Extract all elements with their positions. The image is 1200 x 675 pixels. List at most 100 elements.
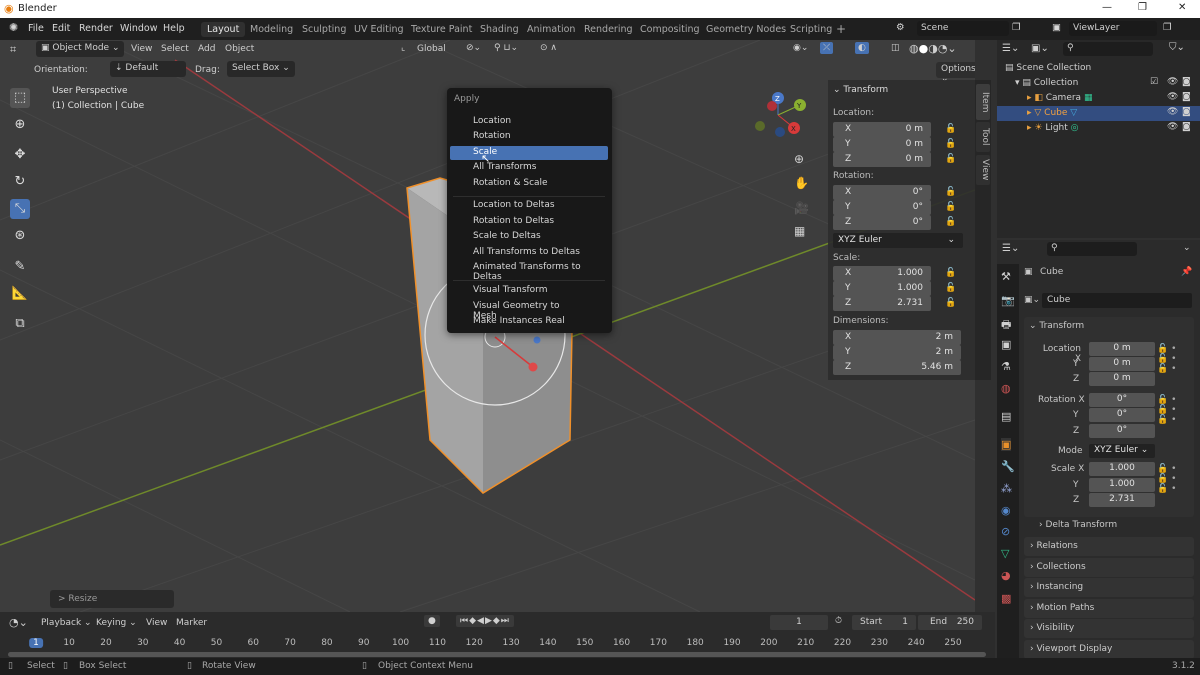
- ortho-grid-icon[interactable]: ▦: [794, 224, 805, 238]
- gizmo-toggle-icon[interactable]: ⤫: [820, 42, 834, 54]
- new-scene-icon[interactable]: ❐: [1012, 22, 1021, 33]
- data-tab-icon[interactable]: ▽: [1001, 547, 1009, 560]
- minimize-button[interactable]: —: [1102, 2, 1112, 13]
- pan-hand-icon[interactable]: ✋: [794, 176, 809, 190]
- transform-section-header[interactable]: ⌄ Transform: [1029, 321, 1084, 331]
- menu-select[interactable]: Select: [161, 44, 189, 54]
- object-tab-icon[interactable]: ▣: [1001, 438, 1012, 451]
- lock-keyframe-icons[interactable]: 🔓 • 🔓 • 🔓 •: [1157, 344, 1176, 374]
- cursor-tool-icon[interactable]: ⊕: [10, 115, 30, 135]
- object-data-icon[interactable]: ▣⌄: [1024, 295, 1040, 305]
- scale-y-field[interactable]: 1.000: [1089, 478, 1155, 492]
- location-z-field[interactable]: Z 0 m: [833, 152, 931, 167]
- options-button[interactable]: Options ⌄: [936, 62, 975, 84]
- scene-icon[interactable]: ⚙: [896, 22, 905, 33]
- mode-selector[interactable]: ▣ Object Mode ⌄: [36, 41, 125, 57]
- menu-view[interactable]: View: [146, 618, 167, 628]
- panel-motion-paths[interactable]: › Motion Paths: [1024, 599, 1194, 618]
- menu-render[interactable]: Render: [79, 23, 113, 34]
- outliner-row-cube[interactable]: ▸ ▽ Cube ▽ 👁 ◙: [997, 106, 1200, 121]
- overlay-toggle-icon[interactable]: ◐: [855, 42, 869, 54]
- menu-item-scale[interactable]: Scale: [450, 146, 608, 160]
- lock-icon[interactable]: 🔓: [945, 202, 956, 212]
- eye-icon[interactable]: 👁: [1167, 122, 1178, 132]
- dimension-z-field[interactable]: Z 5.46 m: [833, 360, 961, 375]
- tab-compositing[interactable]: Compositing: [634, 22, 706, 37]
- scale-z-field[interactable]: Z 2.731: [833, 296, 931, 311]
- menu-item-make-instances-real[interactable]: Make Instances Real: [450, 315, 608, 329]
- collection-tab-icon[interactable]: ▤: [1001, 410, 1011, 423]
- lock-icon[interactable]: 🔓: [945, 139, 956, 149]
- menu-item-location[interactable]: Location: [450, 115, 608, 129]
- rotation-z-field[interactable]: 0°: [1089, 424, 1155, 438]
- close-button[interactable]: ✕: [1178, 2, 1186, 13]
- tab-uv-editing[interactable]: UV Editing: [348, 22, 410, 37]
- pin-icon[interactable]: 📌: [1181, 267, 1192, 277]
- orientation-dropdown[interactable]: ⇣ Default: [110, 61, 186, 77]
- outliner-scene-collection[interactable]: ▤ Scene Collection: [997, 61, 1200, 76]
- move-tool-icon[interactable]: ✥: [10, 145, 30, 165]
- camera-render-icon[interactable]: ◙: [1182, 92, 1191, 102]
- particles-tab-icon[interactable]: ⁂: [1001, 482, 1012, 495]
- properties-editor-icon[interactable]: ☰⌄: [1002, 243, 1019, 254]
- tab-modeling[interactable]: Modeling: [244, 22, 299, 37]
- texture-tab-icon[interactable]: ▩: [1001, 592, 1011, 605]
- modifier-tab-icon[interactable]: 🔧: [1001, 460, 1015, 473]
- camera-render-icon[interactable]: ◙: [1182, 107, 1191, 117]
- menu-item-visual-transform[interactable]: Visual Transform: [450, 284, 608, 298]
- outliner-collection[interactable]: ▾ ▤ Collection ☑ 👁 ◙: [997, 76, 1200, 91]
- new-view-layer-icon[interactable]: ❐: [1163, 22, 1172, 33]
- orientation-global[interactable]: Global: [417, 44, 446, 54]
- dimension-y-field[interactable]: Y 2 m: [833, 345, 961, 360]
- output-tab-icon[interactable]: 🖶: [1001, 316, 1011, 335]
- menu-item-rotation-to-deltas[interactable]: Rotation to Deltas: [450, 215, 608, 229]
- panel-instancing[interactable]: › Instancing: [1024, 578, 1194, 597]
- timeline-scrollbar[interactable]: [8, 652, 986, 657]
- location-x-field[interactable]: X 0 m: [833, 122, 931, 137]
- render-tab-icon[interactable]: 📷: [1001, 294, 1015, 307]
- end-frame-field[interactable]: End 250: [918, 615, 982, 630]
- location-y-field[interactable]: Y 0 m: [833, 137, 931, 152]
- eye-icon[interactable]: 👁: [1167, 92, 1178, 102]
- menu-keying[interactable]: Keying ⌄: [96, 618, 137, 628]
- rotation-x-field[interactable]: 0°: [1089, 393, 1155, 407]
- menu-item-location-to-deltas[interactable]: Location to Deltas: [450, 199, 608, 213]
- lock-icon[interactable]: 🔓: [945, 217, 956, 227]
- lock-icon[interactable]: 🔓: [945, 124, 956, 134]
- timeline-editor-icon[interactable]: ◔⌄: [9, 616, 28, 629]
- zoom-icon[interactable]: ⊕: [794, 152, 804, 166]
- current-frame-indicator[interactable]: 1: [29, 638, 43, 648]
- rotation-y-field[interactable]: Y 0°: [833, 200, 931, 215]
- lock-icon[interactable]: 🔓: [945, 268, 956, 278]
- current-frame-field[interactable]: 1: [770, 615, 828, 630]
- chevron-down-icon[interactable]: ⌄: [1183, 243, 1191, 253]
- rotation-z-field[interactable]: Z 0°: [833, 215, 931, 230]
- add-cube-tool-icon[interactable]: ⧉: [10, 314, 30, 334]
- dimension-x-field[interactable]: X 2 m: [833, 330, 961, 345]
- xray-icon[interactable]: ◫: [891, 43, 900, 53]
- menu-edit[interactable]: Edit: [52, 23, 70, 34]
- record-button[interactable]: ●: [424, 615, 440, 627]
- delta-transform-header[interactable]: › Delta Transform: [1039, 520, 1117, 530]
- tool-tab-icon[interactable]: ⚒: [1001, 270, 1011, 283]
- menu-help[interactable]: Help: [163, 23, 185, 34]
- outliner-search-input[interactable]: ⚲: [1063, 42, 1153, 56]
- location-z-field[interactable]: 0 m: [1089, 372, 1155, 386]
- scale-x-field[interactable]: 1.000: [1089, 462, 1155, 476]
- tab-texture-paint[interactable]: Texture Paint: [405, 22, 478, 37]
- view-layer-icon[interactable]: ▣: [1052, 22, 1061, 33]
- location-y-field[interactable]: 0 m: [1089, 357, 1155, 371]
- annotate-tool-icon[interactable]: ✎: [10, 257, 30, 277]
- transform-orientation-icon[interactable]: ⌞: [401, 43, 405, 53]
- camera-render-icon[interactable]: ◙: [1182, 77, 1191, 87]
- view-layer-selector[interactable]: ViewLayer: [1069, 21, 1157, 36]
- snap-icon[interactable]: ⚲ ⊔⌄: [494, 43, 518, 53]
- tab-shading[interactable]: Shading: [474, 22, 525, 37]
- rotate-tool-icon[interactable]: ↻: [10, 172, 30, 192]
- scale-z-field[interactable]: 2.731: [1089, 493, 1155, 507]
- menu-object[interactable]: Object: [225, 44, 254, 54]
- panel-viewport-display[interactable]: › Viewport Display: [1024, 640, 1194, 659]
- axis-gizmo[interactable]: Z Y X: [750, 90, 810, 140]
- outliner-editor-icon[interactable]: ☰⌄: [1002, 43, 1019, 54]
- menu-item-all-transforms[interactable]: All Transforms: [450, 161, 608, 175]
